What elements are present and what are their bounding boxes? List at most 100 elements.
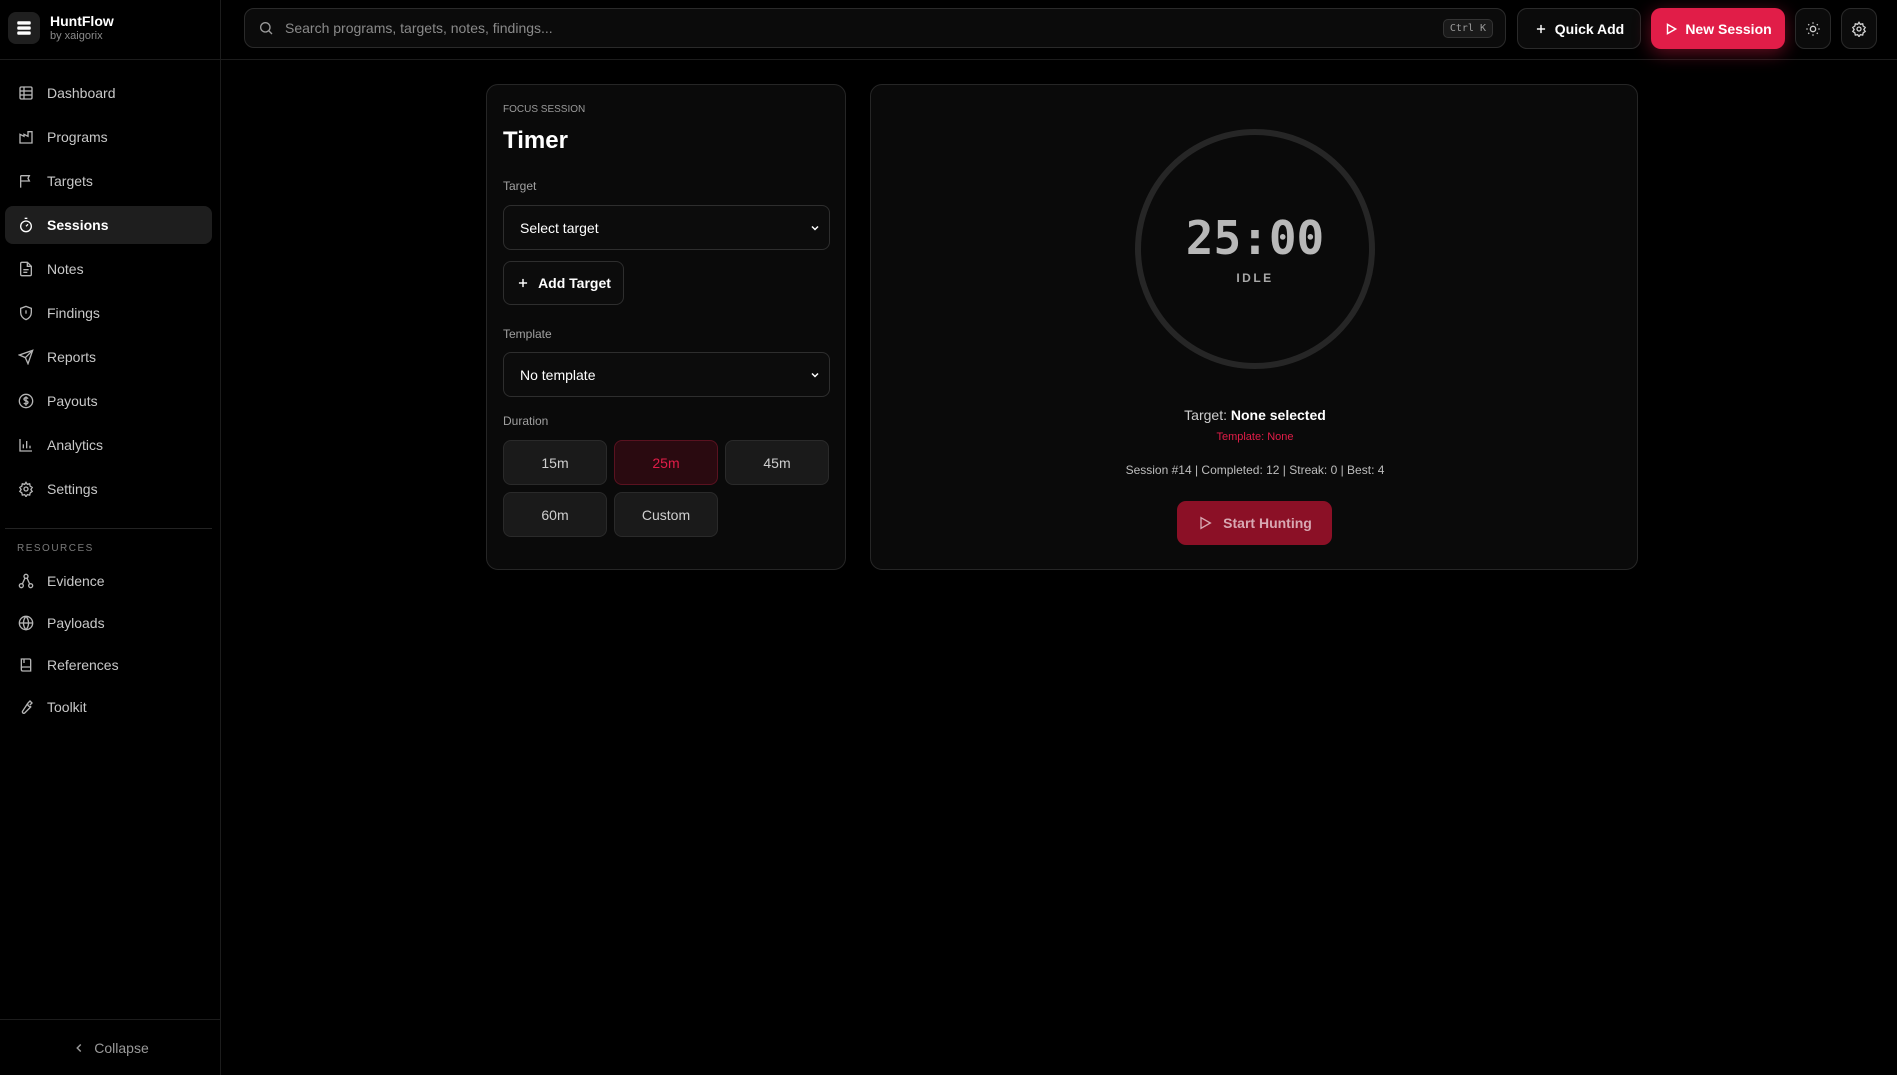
sidebar-item-analytics[interactable]: Analytics <box>5 426 212 464</box>
wrench-icon <box>21 700 33 714</box>
sidebar-item-toolkit[interactable]: Toolkit <box>5 689 212 725</box>
sidebar-item-label: Evidence <box>47 573 105 589</box>
sidebar-item-label: Analytics <box>47 437 104 453</box>
globe-icon <box>18 615 34 631</box>
panel-eyebrow: FOCUS SESSION <box>503 104 586 115</box>
new-session-label: New Session <box>1685 20 1772 37</box>
duration-60m-button[interactable]: 60m <box>503 492 607 537</box>
gear-icon <box>18 481 34 497</box>
sun-icon <box>1806 21 1820 36</box>
app-root: HuntFlow by xaigorix Dashboard Programs … <box>0 0 1897 1075</box>
sidebar-item-sessions[interactable]: Sessions <box>5 206 212 244</box>
sidebar-item-label: Reports <box>47 349 97 365</box>
timer-target-prefix: Target: <box>1184 407 1227 423</box>
sidebar-item-evidence[interactable]: Evidence <box>5 563 212 599</box>
resources-heading: RESOURCES <box>17 543 94 554</box>
collapse-button[interactable]: Collapse <box>0 1035 221 1061</box>
sidebar-item-reports[interactable]: Reports <box>5 338 212 376</box>
focus-session-panel: FOCUS SESSION Timer Target Select target… <box>486 84 846 570</box>
sidebar-item-label: Toolkit <box>47 699 87 715</box>
chevron-left-icon <box>76 1043 82 1053</box>
main-nav: Dashboard Programs Targets Sessions Note… <box>5 74 212 514</box>
plus-icon <box>1536 24 1545 33</box>
grid-icon <box>19 86 33 100</box>
building-icon <box>19 131 33 144</box>
sidebar-item-findings[interactable]: Findings <box>5 294 212 332</box>
sidebar-item-label: Settings <box>47 481 98 497</box>
sidebar-item-payloads[interactable]: Payloads <box>5 605 212 641</box>
timer-panel: 25:00 IDLE Target: None selected Templat… <box>870 84 1638 570</box>
target-select[interactable]: Select target <box>503 205 830 250</box>
shield-icon <box>20 305 32 321</box>
play-icon <box>1667 22 1678 35</box>
timer-display: 25:00 <box>1185 211 1325 265</box>
duration-15m-button[interactable]: 15m <box>503 440 607 485</box>
file-icon <box>20 261 32 277</box>
sidebar: HuntFlow by xaigorix Dashboard Programs … <box>0 0 221 1075</box>
sidebar-item-references[interactable]: References <box>5 647 212 683</box>
add-target-button[interactable]: Add Target <box>503 261 624 305</box>
flag-icon <box>20 175 31 188</box>
sidebar-item-targets[interactable]: Targets <box>5 162 212 200</box>
timer-icon <box>20 217 32 233</box>
resources-nav: Evidence Payloads References Toolkit <box>5 563 212 731</box>
new-session-button[interactable]: New Session <box>1651 8 1785 49</box>
timer-target-value: None selected <box>1230 407 1326 423</box>
bar-chart-icon <box>19 439 32 452</box>
template-select[interactable]: No template <box>503 352 830 397</box>
divider <box>221 59 1897 60</box>
timer-target: Target: None selected <box>871 407 1639 423</box>
target-label: Target <box>503 179 537 193</box>
gear-icon <box>1851 20 1867 37</box>
brand-title: HuntFlow <box>50 13 114 29</box>
sidebar-item-label: References <box>47 657 119 673</box>
sidebar-item-payouts[interactable]: Payouts <box>5 382 212 420</box>
logo-icon <box>8 12 40 44</box>
theme-toggle-button[interactable] <box>1795 8 1831 49</box>
target-select-value: Select target <box>520 219 599 236</box>
sidebar-item-label: Sessions <box>47 217 109 233</box>
sidebar-item-label: Payouts <box>47 393 98 409</box>
search-bar[interactable]: Ctrl K <box>244 8 1506 48</box>
nodes-icon <box>18 573 34 589</box>
duration-custom-button[interactable]: Custom <box>614 492 718 537</box>
duration-label: Duration <box>503 414 549 428</box>
play-icon <box>1200 516 1212 530</box>
template-label: Template <box>503 327 552 341</box>
quick-add-label: Quick Add <box>1554 20 1625 37</box>
timer-state: IDLE <box>1236 271 1274 285</box>
send-icon <box>18 349 34 365</box>
sidebar-item-label: Payloads <box>47 615 105 631</box>
quick-add-button[interactable]: Quick Add <box>1517 8 1641 49</box>
divider <box>5 528 212 529</box>
start-hunting-label: Start Hunting <box>1223 515 1312 531</box>
sidebar-item-settings[interactable]: Settings <box>5 470 212 508</box>
sidebar-item-label: Notes <box>47 261 84 277</box>
sidebar-item-label: Programs <box>47 129 108 145</box>
start-hunting-button[interactable]: Start Hunting <box>1177 501 1332 545</box>
shortcut-badge: Ctrl K <box>1442 18 1493 38</box>
collapse-label: Collapse <box>94 1040 149 1056</box>
search-icon <box>260 22 273 35</box>
divider <box>0 1019 221 1020</box>
settings-button[interactable] <box>1841 8 1877 49</box>
chevron-down-icon <box>811 225 819 231</box>
add-target-label: Add Target <box>538 275 611 291</box>
sidebar-item-label: Targets <box>47 173 93 189</box>
chevron-down-icon <box>811 372 819 378</box>
book-icon <box>20 658 32 672</box>
duration-25m-button[interactable]: 25m <box>614 440 718 485</box>
sidebar-item-dashboard[interactable]: Dashboard <box>5 74 212 112</box>
sidebar-item-notes[interactable]: Notes <box>5 250 212 288</box>
search-input[interactable] <box>274 9 1443 47</box>
brand-subtitle: by xaigorix <box>50 30 103 42</box>
duration-45m-button[interactable]: 45m <box>725 440 829 485</box>
brand[interactable]: HuntFlow by xaigorix <box>8 10 114 46</box>
session-stats: Session #14 | Completed: 12 | Streak: 0 … <box>1125 463 1385 477</box>
timer-template: Template: None <box>1216 431 1294 443</box>
divider <box>0 59 221 60</box>
dollar-icon <box>18 393 34 409</box>
sidebar-item-label: Dashboard <box>47 85 116 101</box>
template-select-value: No template <box>520 366 596 383</box>
sidebar-item-programs[interactable]: Programs <box>5 118 212 156</box>
